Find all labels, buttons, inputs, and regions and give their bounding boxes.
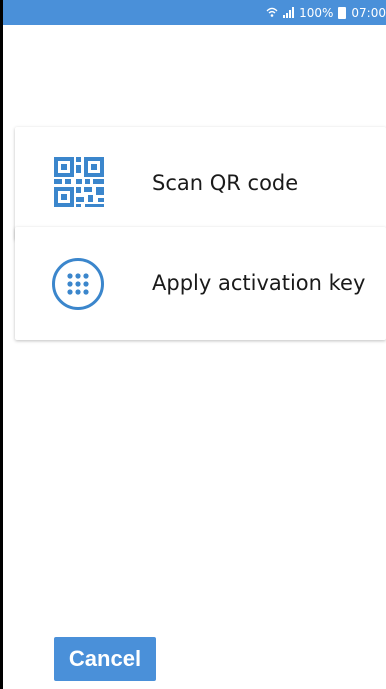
activation-options: Scan QR code Apply activation key bbox=[3, 25, 386, 689]
battery-percent: 100% bbox=[299, 5, 334, 20]
apply-activation-key-label: Apply activation key bbox=[152, 271, 366, 295]
qr-code-icon bbox=[52, 155, 106, 213]
battery-icon bbox=[338, 6, 347, 19]
scan-qr-code-option[interactable]: Scan QR code bbox=[15, 127, 386, 240]
cancel-button[interactable]: Cancel bbox=[54, 637, 156, 681]
scan-qr-code-label: Scan QR code bbox=[152, 171, 299, 195]
wifi-icon bbox=[266, 7, 278, 18]
keypad-icon bbox=[52, 257, 104, 310]
status-indicators: 100% 07:00 bbox=[266, 0, 386, 25]
status-time: 07:00 bbox=[351, 5, 386, 20]
apply-activation-key-option[interactable]: Apply activation key bbox=[15, 227, 386, 340]
cell-signal-icon bbox=[283, 7, 295, 18]
status-bar: 100% 07:00 bbox=[3, 0, 386, 25]
